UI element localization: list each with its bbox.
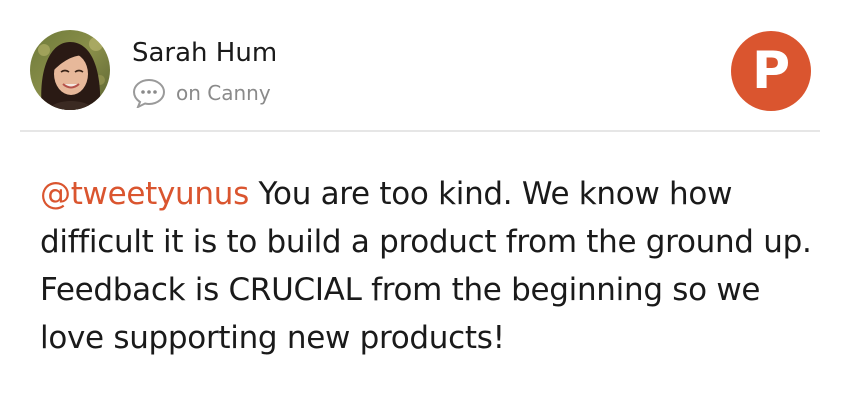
source-text[interactable]: on Canny (176, 80, 271, 106)
post-header: Sarah Hum on Canny P (0, 0, 843, 132)
avatar[interactable] (30, 30, 110, 110)
post-text: @tweetyunus You are too kind. We know ho… (40, 170, 820, 362)
mention-link[interactable]: @tweetyunus (40, 176, 249, 212)
product-hunt-logo[interactable]: P (731, 31, 811, 111)
brand-letter: P (751, 41, 791, 101)
speech-bubble-icon (132, 78, 166, 110)
divider (20, 130, 820, 132)
profile-photo (30, 30, 110, 110)
author-name[interactable]: Sarah Hum (132, 36, 277, 70)
source-row: on Canny (132, 78, 271, 110)
